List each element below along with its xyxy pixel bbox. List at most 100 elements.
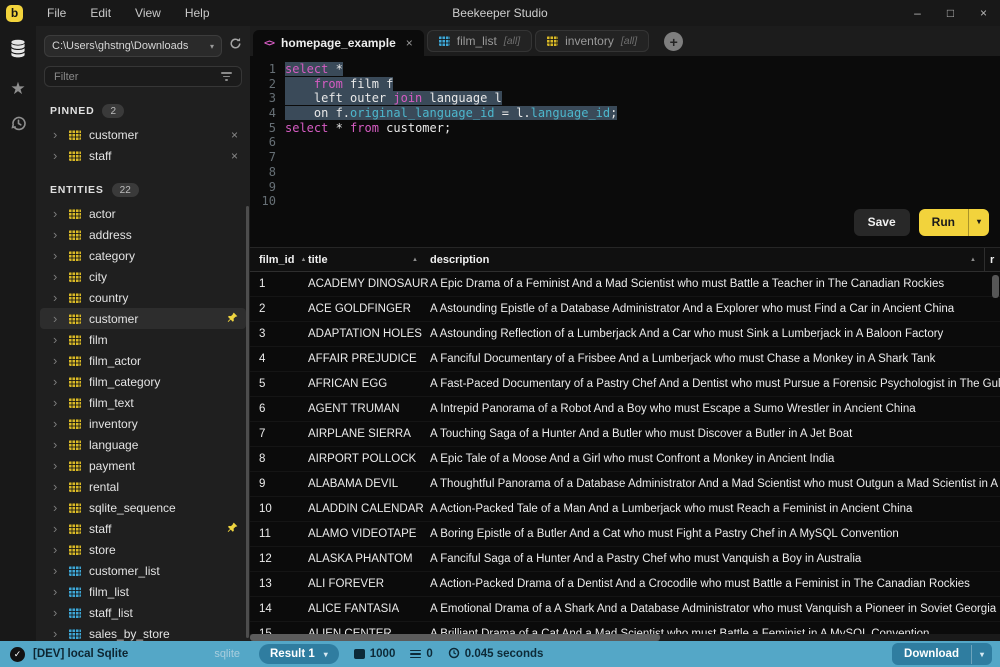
table-row[interactable]: 8 AIRPORT POLLOCK A Epic Tale of a Moose… [250,447,1000,472]
cell-film-id[interactable]: 13 [250,578,308,590]
results-vertical-scrollbar[interactable] [992,275,999,298]
cell-film-id[interactable]: 8 [250,453,308,465]
cell-description[interactable]: A Touching Saga of a Hunter And a Butler… [430,428,1000,440]
sidebar-item-payment[interactable]: › payment [36,455,250,476]
cell-description[interactable]: A Astounding Epistle of a Database Admin… [430,303,1000,315]
tab-close-icon[interactable]: × [406,36,413,50]
refresh-icon[interactable] [229,37,242,55]
tab-film_list[interactable]: film_list [all] [427,30,532,52]
chevron-right-icon[interactable]: › [53,438,61,451]
cell-film-id[interactable]: 12 [250,553,308,565]
code-line[interactable] [285,194,617,209]
code-line[interactable]: select * from customer; [285,121,617,136]
download-button[interactable]: Download ▾ [892,643,992,665]
column-header-partial[interactable]: r [984,248,1000,271]
column-header-title[interactable]: title ▲ [308,248,430,271]
sidebar-item-film_actor[interactable]: › film_actor [36,350,250,371]
code-line[interactable] [285,135,617,150]
chevron-right-icon[interactable]: › [53,522,61,535]
sql-editor[interactable]: 12345678910 select * from film f left ou… [250,56,1000,247]
filter-input[interactable]: Filter [44,66,242,87]
table-row[interactable]: 6 AGENT TRUMAN A Intrepid Panorama of a … [250,397,1000,422]
unpin-close-icon[interactable]: × [231,149,238,163]
connection-name[interactable]: [DEV] local Sqlite [33,648,128,660]
sort-icon[interactable]: ▲ [412,257,418,263]
column-header-description[interactable]: description ▲ [430,248,984,271]
sidebar-item-city[interactable]: › city [36,266,250,287]
sort-icon[interactable]: ▲ [300,257,306,263]
chevron-right-icon[interactable]: › [53,249,61,262]
editor-code[interactable]: select * from film f left outer join lan… [285,62,617,247]
code-line[interactable]: from film f [285,77,617,92]
cell-title[interactable]: ALAMO VIDEOTAPE [308,528,430,540]
table-row[interactable]: 13 ALI FOREVER A Action-Packed Drama of … [250,572,1000,597]
sidebar-item-film_category[interactable]: › film_category [36,371,250,392]
sidebar-item-store[interactable]: › store [36,539,250,560]
cell-description[interactable]: A Intrepid Panorama of a Robot And a Boy… [430,403,1000,415]
sidebar-item-staff[interactable]: › staff [36,518,250,539]
cell-title[interactable]: AIRPLANE SIERRA [308,428,430,440]
save-button[interactable]: Save [854,209,910,236]
cell-film-id[interactable]: 1 [250,278,308,290]
cell-film-id[interactable]: 7 [250,428,308,440]
column-header-film-id[interactable]: film_id ▲ [250,248,308,271]
sidebar-item-sales_by_store[interactable]: › sales_by_store [36,623,250,641]
table-row[interactable]: 5 AFRICAN EGG A Fast-Paced Documentary o… [250,372,1000,397]
sidebar-item-inventory[interactable]: › inventory [36,413,250,434]
cell-film-id[interactable]: 10 [250,503,308,515]
history-icon[interactable] [9,114,28,138]
table-row[interactable]: 9 ALABAMA DEVIL A Thoughtful Panorama of… [250,472,1000,497]
sidebar-item-rental[interactable]: › rental [36,476,250,497]
cell-title[interactable]: AGENT TRUMAN [308,403,430,415]
chevron-right-icon[interactable]: › [53,149,61,162]
cell-film-id[interactable]: 3 [250,328,308,340]
code-line[interactable] [285,180,617,195]
cell-film-id[interactable]: 11 [250,528,308,540]
pin-icon[interactable] [227,522,238,536]
cell-film-id[interactable]: 4 [250,353,308,365]
pin-icon[interactable] [227,312,238,326]
code-line[interactable] [285,165,617,180]
cell-title[interactable]: ALABAMA DEVIL [308,478,430,490]
results-horizontal-scrollbar[interactable] [250,634,660,641]
cell-title[interactable]: ALICE FANTASIA [308,603,430,615]
code-line[interactable]: on f.original_language_id = l.language_i… [285,106,617,121]
sidebar-item-actor[interactable]: › actor [36,203,250,224]
sidebar-scrollbar[interactable] [246,206,249,638]
chevron-right-icon[interactable]: › [53,333,61,346]
cell-description[interactable]: A Epic Drama of a Feminist And a Mad Sci… [430,278,1000,290]
cell-title[interactable]: ALASKA PHANTOM [308,553,430,565]
chevron-right-icon[interactable]: › [53,128,61,141]
run-options-caret-icon[interactable]: ▾ [968,209,989,236]
cell-film-id[interactable]: 14 [250,603,308,615]
maximize-icon[interactable]: □ [934,6,967,20]
chevron-right-icon[interactable]: › [53,501,61,514]
run-button-label[interactable]: Run [919,209,968,236]
run-button[interactable]: Run ▾ [919,209,989,236]
table-row[interactable]: 10 ALADDIN CALENDAR A Action-Packed Tale… [250,497,1000,522]
chevron-right-icon[interactable]: › [53,375,61,388]
chevron-right-icon[interactable]: › [53,396,61,409]
sidebar-item-country[interactable]: › country [36,287,250,308]
code-line[interactable]: select * [285,62,617,77]
chevron-right-icon[interactable]: › [53,543,61,556]
sidebar-item-staff_list[interactable]: › staff_list [36,602,250,623]
cell-title[interactable]: AFRICAN EGG [308,378,430,390]
pinned-item-customer[interactable]: › customer × [36,124,250,145]
cell-film-id[interactable]: 9 [250,478,308,490]
chevron-right-icon[interactable]: › [53,606,61,619]
chevron-right-icon[interactable]: › [53,627,61,640]
cell-title[interactable]: AFFAIR PREJUDICE [308,353,430,365]
connection-dropdown[interactable]: C:\Users\ghstng\Downloads ▾ [44,35,222,57]
table-row[interactable]: 2 ACE GOLDFINGER A Astounding Epistle of… [250,297,1000,322]
chevron-right-icon[interactable]: › [53,207,61,220]
sidebar-item-sqlite_sequence[interactable]: › sqlite_sequence [36,497,250,518]
table-row[interactable]: 12 ALASKA PHANTOM A Fanciful Saga of a H… [250,547,1000,572]
table-row[interactable]: 7 AIRPLANE SIERRA A Touching Saga of a H… [250,422,1000,447]
table-row[interactable]: 1 ACADEMY DINOSAUR A Epic Drama of a Fem… [250,272,1000,297]
cell-description[interactable]: A Fanciful Saga of a Hunter And a Pastry… [430,553,1000,565]
cell-film-id[interactable]: 2 [250,303,308,315]
chevron-right-icon[interactable]: › [53,354,61,367]
cell-title[interactable]: ALADDIN CALENDAR [308,503,430,515]
chevron-right-icon[interactable]: › [53,417,61,430]
